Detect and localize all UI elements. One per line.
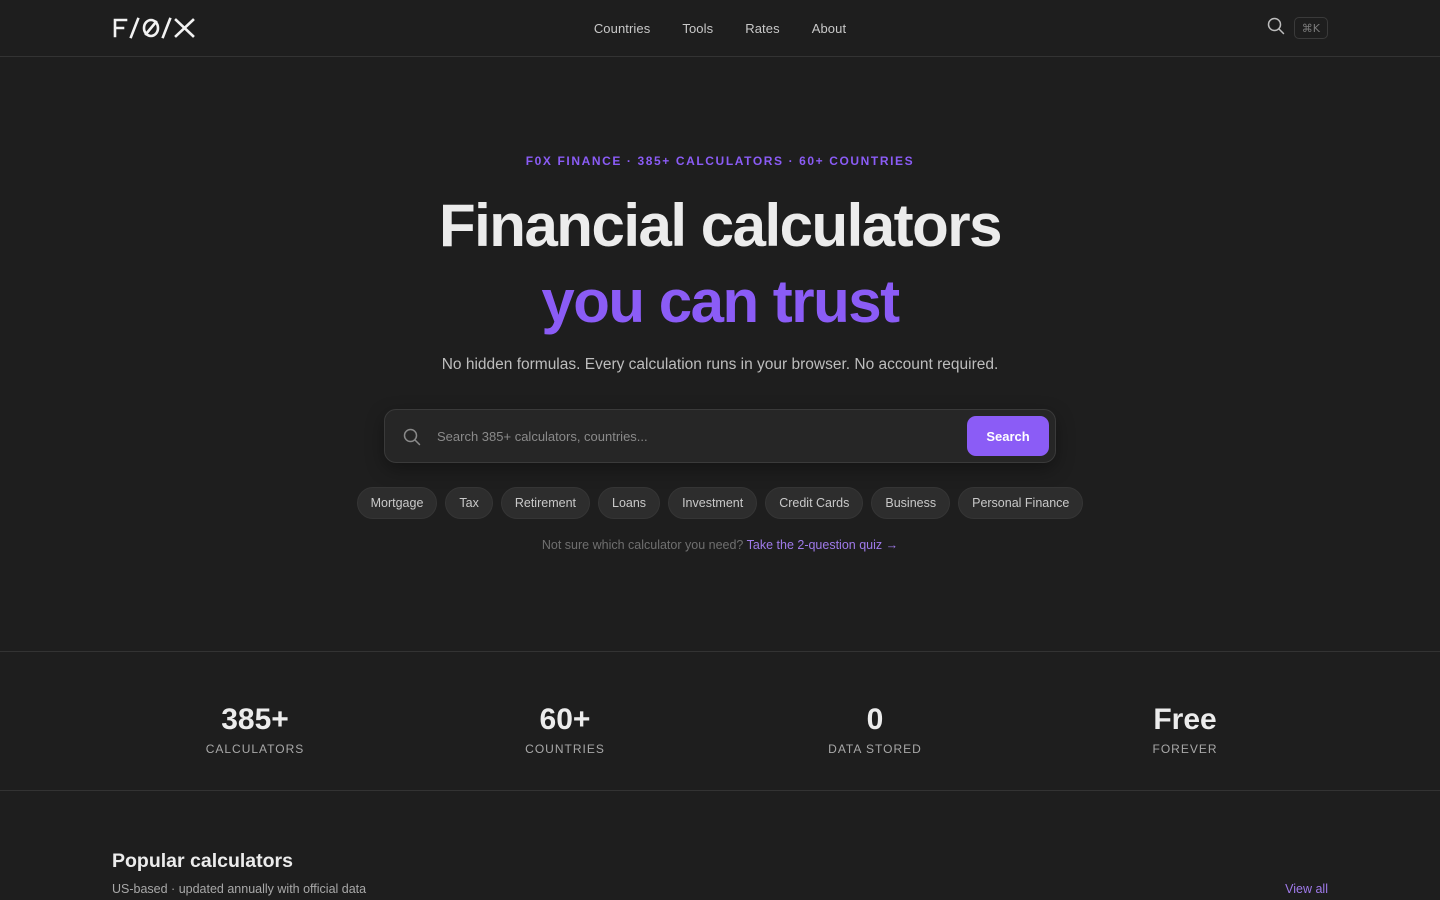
nav-item-tools[interactable]: Tools [666, 21, 729, 36]
brand-logo-icon [113, 17, 195, 39]
category-chips: Mortgage Tax Retirement Loans Investment… [0, 487, 1440, 519]
chip-personal-finance[interactable]: Personal Finance [958, 487, 1084, 519]
search-input[interactable] [437, 420, 957, 452]
chip-tax[interactable]: Tax [445, 487, 493, 519]
hero-title-line-2: you can trust [541, 268, 900, 335]
chip-mortgage[interactable]: Mortgage [356, 487, 438, 519]
hero-search-bar: Search [384, 409, 1056, 463]
brand-logo[interactable] [113, 17, 197, 39]
quiz-prompt: Not sure which calculator you need? Take… [0, 538, 1440, 552]
chip-credit-cards[interactable]: Credit Cards [765, 487, 864, 519]
stat-data-stored: 0 DATA STORED [775, 702, 975, 756]
chip-investment[interactable]: Investment [668, 487, 758, 519]
stat-calculators: 385+ CALCULATORS [155, 702, 355, 756]
stat-value: Free [1153, 703, 1217, 736]
stat-free: Free FOREVER [1085, 702, 1285, 756]
main-nav: Countries Tools Rates About [0, 0, 1440, 56]
stat-label: COUNTRIES [525, 742, 605, 756]
quiz-link[interactable]: Take the 2-question quiz → [747, 538, 898, 552]
search-icon [403, 428, 421, 451]
popular-section-subtitle: US-based · updated annually with officia… [112, 882, 367, 896]
header-actions: ⌘K [1267, 17, 1328, 39]
top-navigation-bar: Countries Tools Rates About ⌘K [0, 0, 1440, 57]
nav-item-about[interactable]: About [796, 21, 862, 36]
stat-value: 0 [866, 703, 884, 736]
quiz-prompt-text: Not sure which calculator you need? [541, 538, 744, 552]
stats-strip: 385+ CALCULATORS 60+ COUNTRIES 0 DATA ST… [0, 651, 1440, 791]
stat-countries: 60+ COUNTRIES [465, 702, 665, 756]
hero-title-line-1: Financial calculators [438, 192, 1003, 259]
keyboard-shortcut-badge[interactable]: ⌘K [1293, 17, 1328, 39]
stat-value: 60+ [539, 703, 591, 736]
popular-section-title: Popular calculators [112, 850, 293, 872]
nav-item-rates[interactable]: Rates [729, 21, 795, 36]
stat-label: FOREVER [1152, 742, 1218, 756]
search-button[interactable]: Search [967, 416, 1049, 456]
chip-loans[interactable]: Loans [598, 487, 661, 519]
stat-label: DATA STORED [828, 742, 922, 756]
view-all-link[interactable]: View all [1285, 882, 1328, 896]
stat-label: CALCULATORS [205, 742, 305, 756]
nav-item-countries[interactable]: Countries [578, 21, 667, 36]
chip-retirement[interactable]: Retirement [500, 487, 590, 519]
hero-subtitle: No hidden formulas. Every calculation ru… [441, 356, 999, 373]
stat-value: 385+ [221, 703, 289, 736]
chip-business[interactable]: Business [871, 487, 951, 519]
hero-eyebrow: F0X FINANCE · 385+ CALCULATORS · 60+ COU… [525, 154, 915, 168]
search-icon[interactable] [1267, 17, 1285, 40]
